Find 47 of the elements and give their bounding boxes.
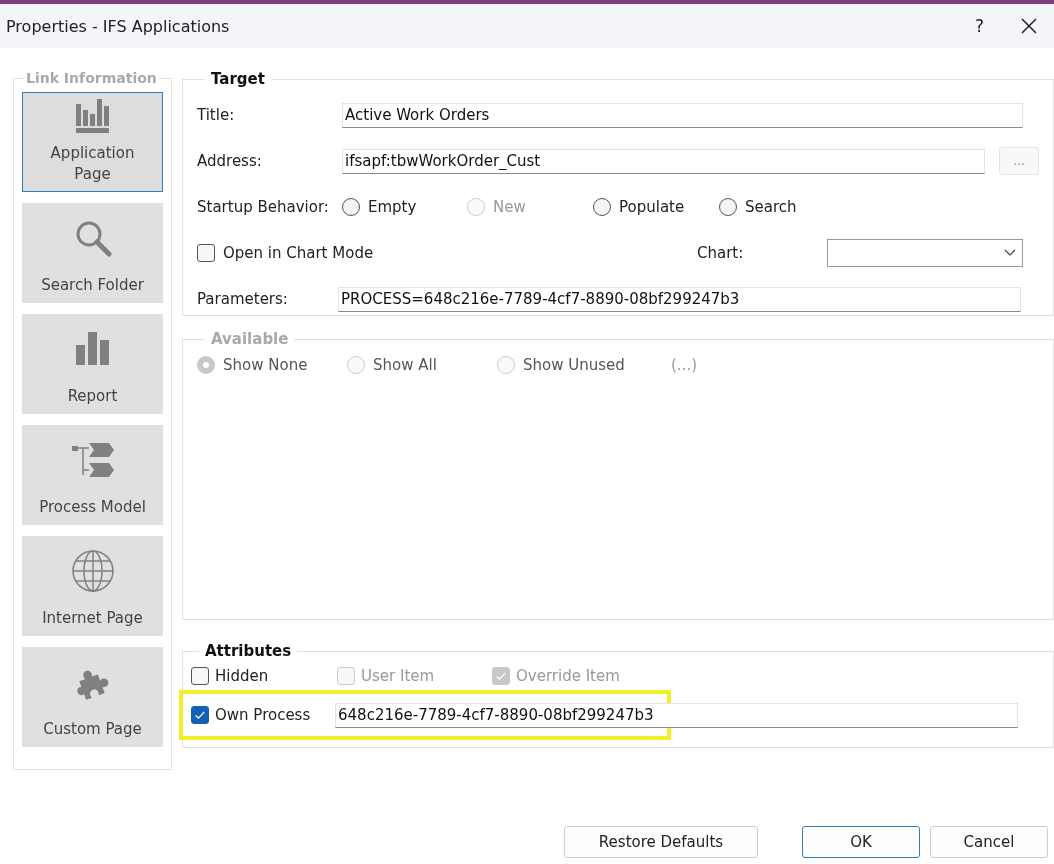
chart-dropdown[interactable] xyxy=(827,239,1023,267)
option-label: New xyxy=(493,198,526,216)
address-field[interactable]: ifsapf:tbwWorkOrder_Cust xyxy=(342,148,985,174)
help-button[interactable]: ? xyxy=(968,16,990,36)
link-type-tile[interactable]: Custom Page xyxy=(22,647,163,747)
option-label: Show Unused xyxy=(523,356,625,374)
checkbox-label: User Item xyxy=(361,667,435,685)
link-type-tile[interactable]: Process Model xyxy=(22,425,163,525)
field-label: Address: xyxy=(197,152,263,170)
group-title: Link Information xyxy=(25,70,158,86)
radio-button[interactable] xyxy=(593,198,611,216)
title-field[interactable]: Active Work Orders xyxy=(342,102,1023,128)
checkbox-label: Own Process xyxy=(215,706,311,724)
link-type-tile[interactable]: Application Page xyxy=(22,92,163,192)
option-label: Show All xyxy=(373,356,437,374)
chevron-down-icon xyxy=(1004,249,1016,257)
checkbox-label: Open in Chart Mode xyxy=(223,244,374,262)
checkbox[interactable] xyxy=(191,667,209,685)
dialog-button[interactable]: Restore Defaults xyxy=(564,826,758,858)
close-icon xyxy=(1020,17,1038,35)
group-title: Target xyxy=(210,70,266,88)
link-type-tile[interactable]: Internet Page xyxy=(22,536,163,636)
checkbox-label: Override Item xyxy=(516,667,620,685)
field-label: Title: xyxy=(197,106,236,124)
group-title: Available xyxy=(210,330,290,348)
group-title: Attributes xyxy=(204,642,293,660)
dialog-button[interactable]: OK xyxy=(802,826,920,858)
radio-button[interactable] xyxy=(719,198,737,216)
checkbox[interactable] xyxy=(191,706,209,724)
dialog-button[interactable]: Cancel xyxy=(930,826,1048,858)
checkbox[interactable] xyxy=(197,244,215,262)
field-label: Parameters: xyxy=(197,290,289,308)
option-label: Empty xyxy=(368,198,417,216)
link-type-tile[interactable]: Search Folder xyxy=(22,203,163,303)
process-id-field[interactable]: 648c216e-7789-4cf7-8890-08bf299247b3 xyxy=(335,702,1018,728)
field-label: Startup Behavior: xyxy=(197,198,330,216)
globe-icon xyxy=(70,548,115,593)
browse-button[interactable]: ... xyxy=(999,147,1039,175)
option-label: Show None xyxy=(223,356,308,374)
field-label: Chart: xyxy=(697,244,745,262)
window-title: Properties - IFS Applications xyxy=(6,16,230,36)
radio-button[interactable] xyxy=(342,198,360,216)
parameters-field[interactable]: PROCESS=648c216e-7789-4cf7-8890-08bf299247b3 xyxy=(338,286,1021,312)
checkbox-label: Hidden xyxy=(215,667,269,685)
link-type-tile[interactable]: Report xyxy=(22,314,163,414)
option-label: Populate xyxy=(619,198,685,216)
option-label: Search xyxy=(745,198,797,216)
